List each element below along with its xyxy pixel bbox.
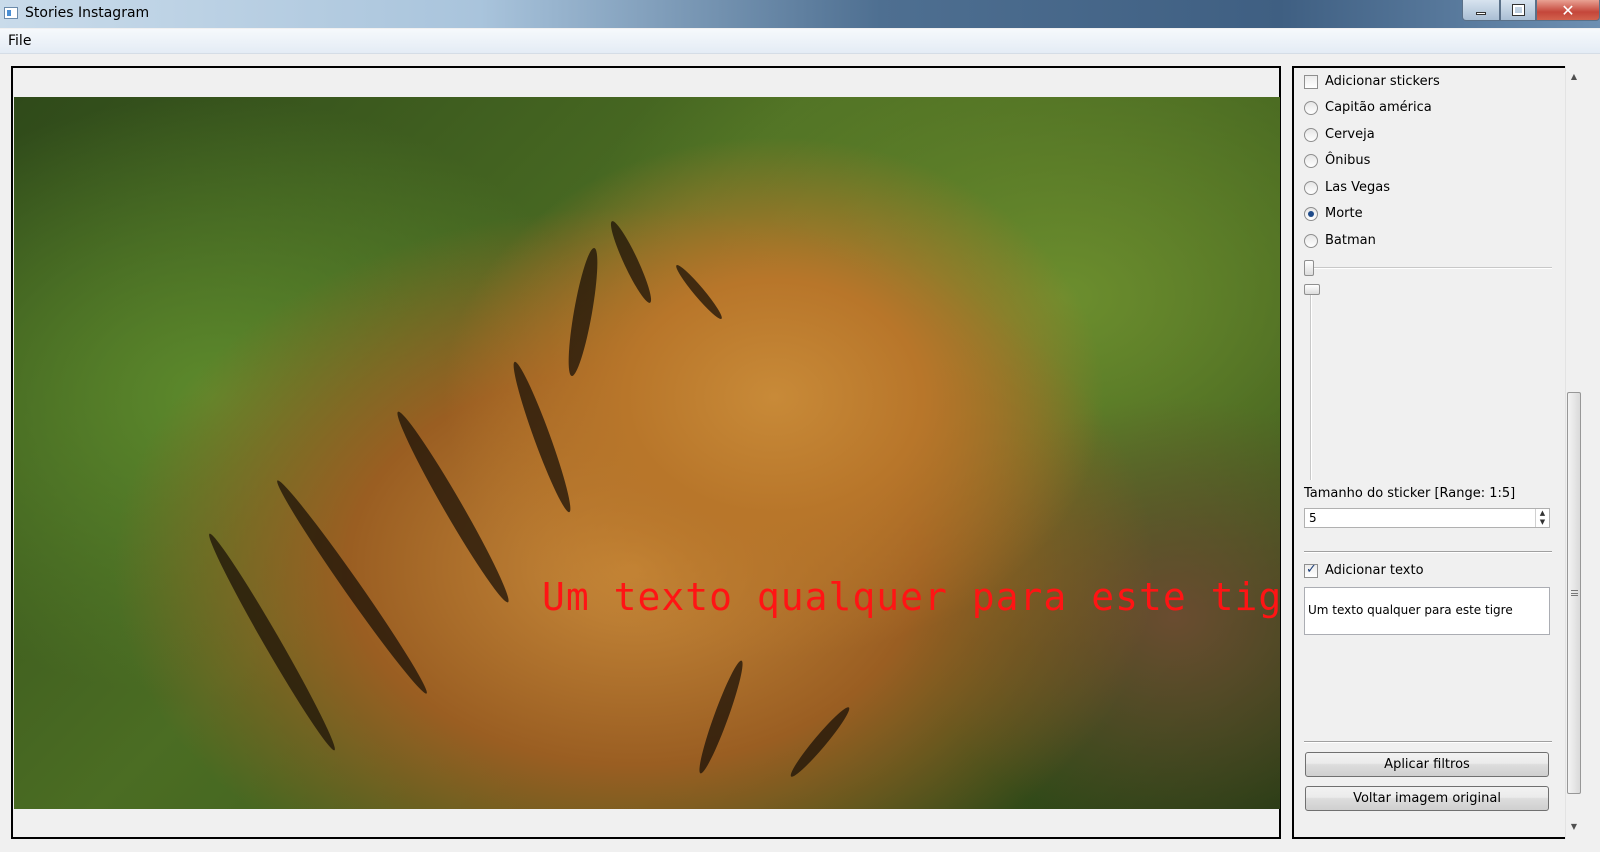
radio-label: Batman [1325, 233, 1376, 248]
sticker-panel: Adicionar stickers Capitão américa Cerve… [1292, 66, 1582, 839]
radio-icon[interactable] [1304, 206, 1318, 221]
radio-icon[interactable] [1304, 127, 1318, 142]
maximize-icon [1511, 4, 1525, 16]
menu-bar: File [0, 29, 1600, 54]
image-frame: Um texto qualquer para este tigre [11, 66, 1281, 839]
window-title: Stories Instagram [25, 5, 150, 21]
overlay-text-input[interactable]: Um texto qualquer para este tigre [1304, 587, 1550, 635]
grip-icon [1570, 590, 1578, 596]
sticker-size-value: 5 [1309, 511, 1317, 525]
add-stickers-label: Adicionar stickers [1325, 74, 1440, 89]
close-icon: ✕ [1561, 0, 1575, 20]
minimize-icon [1476, 11, 1486, 15]
add-text-label: Adicionar texto [1325, 563, 1424, 578]
app-icon [4, 7, 18, 19]
restore-original-button[interactable]: Voltar imagem original [1305, 786, 1549, 811]
radio-las-vegas[interactable]: Las Vegas [1304, 180, 1390, 195]
radio-icon[interactable] [1304, 100, 1318, 115]
checkbox-icon[interactable] [1304, 562, 1318, 578]
horizontal-slider-track[interactable] [1304, 267, 1552, 269]
radio-label: Cerveja [1325, 127, 1375, 142]
horizontal-slider-handle[interactable] [1304, 260, 1314, 276]
add-stickers-checkbox[interactable]: Adicionar stickers [1304, 74, 1440, 89]
vertical-slider-track[interactable] [1310, 294, 1312, 480]
separator [1304, 741, 1552, 743]
radio-label: Las Vegas [1325, 180, 1390, 195]
scroll-down-icon[interactable]: ▼ [1566, 818, 1582, 834]
radio-morte[interactable]: Morte [1304, 206, 1363, 221]
sticker-size-spinbox[interactable]: 5 ▲ ▼ [1304, 508, 1550, 528]
spin-down-icon[interactable]: ▼ [1536, 518, 1549, 527]
title-bar: Stories Instagram ✕ [0, 0, 1600, 28]
radio-capitao-america[interactable]: Capitão américa [1304, 100, 1432, 115]
menu-file[interactable]: File [8, 33, 31, 49]
spin-arrows[interactable]: ▲ ▼ [1535, 509, 1549, 527]
vertical-slider-handle[interactable] [1304, 284, 1320, 295]
apply-filters-button[interactable]: Aplicar filtros [1305, 752, 1549, 777]
close-button[interactable]: ✕ [1536, 0, 1600, 21]
add-text-checkbox[interactable]: Adicionar texto [1304, 562, 1424, 578]
image-canvas: Um texto qualquer para este tigre [14, 97, 1280, 809]
sticker-size-label: Tamanho do sticker [Range: 1:5] [1304, 486, 1516, 501]
radio-cerveja[interactable]: Cerveja [1304, 127, 1375, 142]
checkbox-icon[interactable] [1304, 74, 1318, 89]
radio-batman[interactable]: Batman [1304, 233, 1376, 248]
radio-label: Morte [1325, 206, 1363, 221]
radio-icon[interactable] [1304, 233, 1318, 248]
radio-icon[interactable] [1304, 153, 1318, 168]
maximize-button[interactable] [1500, 0, 1536, 21]
radio-label: Ônibus [1325, 153, 1371, 168]
scroll-up-icon[interactable]: ▲ [1566, 68, 1582, 84]
radio-icon[interactable] [1304, 180, 1318, 195]
separator [1304, 551, 1552, 553]
minimize-button[interactable] [1462, 0, 1500, 21]
overlay-text: Um texto qualquer para este tigre [542, 575, 1280, 619]
vertical-scrollbar[interactable]: ▲ ▼ [1565, 66, 1582, 839]
radio-label: Capitão américa [1325, 100, 1432, 115]
scroll-thumb[interactable] [1567, 392, 1581, 794]
spin-up-icon[interactable]: ▲ [1536, 509, 1549, 518]
radio-onibus[interactable]: Ônibus [1304, 153, 1370, 168]
